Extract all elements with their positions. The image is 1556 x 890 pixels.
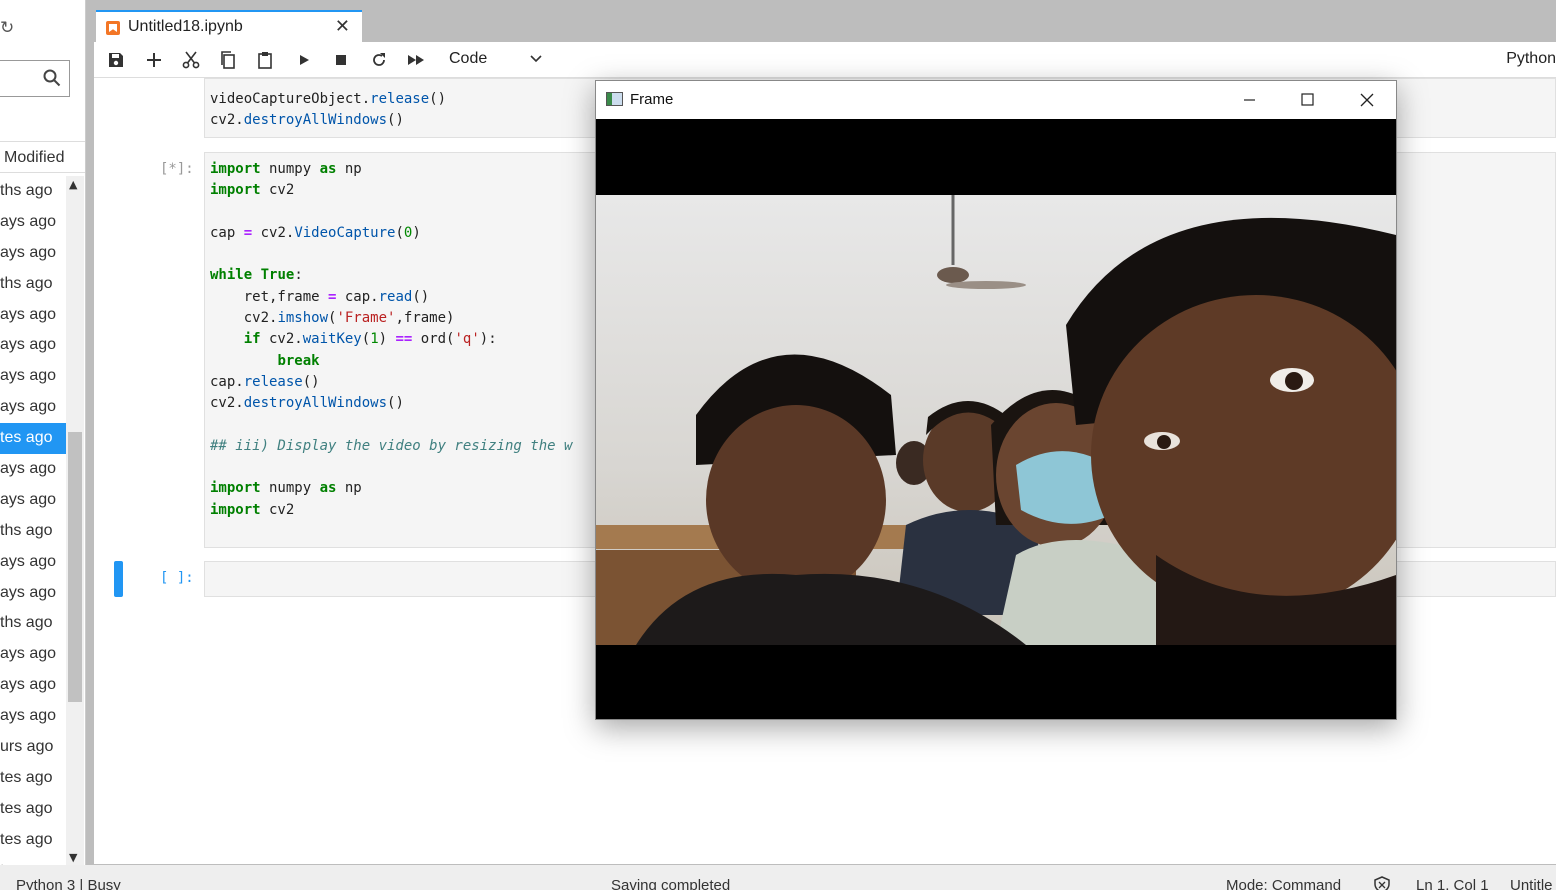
code-line: ## iii) Display the video by resizing th… <box>210 437 573 454</box>
file-list-item[interactable]: ays ago <box>0 639 66 670</box>
file-list-item[interactable]: tes ago <box>0 794 66 825</box>
status-message: Saving completed <box>611 877 731 890</box>
modified-column-header[interactable]: Modified <box>0 141 85 173</box>
code-line: import numpy as np <box>210 480 362 497</box>
file-browser-sidebar: ↻ Modified ths ago ays ago ays ago ths ago a… <box>0 0 86 865</box>
stop-icon[interactable] <box>331 50 351 70</box>
status-filename: Untitle <box>1510 877 1553 890</box>
restart-icon[interactable] <box>369 50 389 70</box>
kernel-status[interactable]: Python 3 | Busy <box>16 877 121 890</box>
code-cell-2-source: import numpy as np import cv2 cap = cv2.V… <box>210 159 572 521</box>
file-list-item[interactable]: tes ago <box>0 763 66 794</box>
file-list-item[interactable]: ays ago <box>0 701 66 732</box>
file-list-scrollbar[interactable]: ▲ ▼ <box>66 176 84 865</box>
tab-close-icon[interactable]: ✕ <box>335 16 350 37</box>
file-list-item[interactable]: ths ago <box>0 176 66 207</box>
code-line: cv2.imshow('Frame',frame) <box>210 310 455 327</box>
code-line: cap = cv2.VideoCapture(0) <box>210 224 421 241</box>
file-list-item[interactable]: tes ago <box>0 856 66 865</box>
file-list: ths ago ays ago ays ago ths ago ays ago ays a… <box>0 176 66 865</box>
file-list-item[interactable]: ths ago <box>0 269 66 300</box>
notebook-toolbar: Code Python <box>94 42 1556 78</box>
paste-icon[interactable] <box>255 50 275 70</box>
tab-title: Untitled18.ipynb <box>128 18 243 35</box>
file-list-item[interactable]: urs ago <box>0 732 66 763</box>
frame-app-icon <box>606 92 623 106</box>
file-list-item[interactable]: ays ago <box>0 330 66 361</box>
status-bar: Python 3 | Busy Saving completed Mode: C… <box>0 865 1556 890</box>
file-list-item[interactable]: tes ago <box>0 423 66 455</box>
frame-window[interactable]: Frame <box>595 80 1397 720</box>
chevron-down-icon[interactable] <box>530 53 542 65</box>
trust-shield-icon[interactable] <box>1373 876 1391 890</box>
notebook-icon <box>106 21 120 35</box>
file-list-item[interactable]: ays ago <box>0 361 66 392</box>
file-list-item[interactable]: ays ago <box>0 485 66 516</box>
cell-3-prompt: [ ]: <box>160 570 194 586</box>
code-line: if cv2.waitKey(1) == ord('q'): <box>243 331 497 348</box>
refresh-icon[interactable]: ↻ <box>0 17 22 39</box>
code-line: import cv2 <box>210 501 295 518</box>
scroll-up-icon[interactable]: ▲ <box>69 178 77 191</box>
code-line: videoCaptureObject.release() <box>210 91 447 107</box>
maximize-icon[interactable] <box>1278 81 1336 119</box>
run-all-icon[interactable] <box>406 50 426 70</box>
code-cell-1-source: videoCaptureObject.release() cv2.destroy… <box>210 89 446 132</box>
file-list-item[interactable]: ays ago <box>0 578 66 609</box>
run-icon[interactable] <box>294 50 314 70</box>
frame-title: Frame <box>630 91 674 108</box>
webcam-frame-image <box>596 195 1396 645</box>
search-icon[interactable] <box>43 69 61 87</box>
code-line: ret,frame = cap.read() <box>210 288 430 305</box>
file-list-item[interactable]: ths ago <box>0 516 66 547</box>
notebook-tab-bar: Untitled18.ipynb ✕ <box>94 4 1556 44</box>
code-line: import numpy as np <box>210 161 362 177</box>
frame-titlebar[interactable]: Frame <box>596 81 1396 119</box>
code-line: cv2.destroyAllWindows() <box>210 112 404 129</box>
scroll-down-icon[interactable]: ▼ <box>69 851 77 864</box>
active-cell-indicator <box>114 561 123 597</box>
code-line: import cv2 <box>210 182 295 199</box>
code-line: cv2.destroyAllWindows() <box>210 395 404 412</box>
save-icon[interactable] <box>106 50 126 70</box>
file-search-input[interactable] <box>0 60 70 97</box>
scroll-thumb[interactable] <box>68 432 82 702</box>
tab-untitled18[interactable]: Untitled18.ipynb ✕ <box>96 10 362 44</box>
file-list-item[interactable]: ays ago <box>0 207 66 238</box>
mode-indicator[interactable]: Mode: Command <box>1226 877 1341 890</box>
copy-icon[interactable] <box>218 50 238 70</box>
file-list-item[interactable]: tes ago <box>0 825 66 856</box>
kernel-name[interactable]: Python <box>1506 50 1556 68</box>
close-icon[interactable] <box>1337 81 1395 119</box>
file-list-item[interactable]: ths ago <box>0 608 66 639</box>
file-list-item[interactable]: ays ago <box>0 392 66 423</box>
webcam-scene <box>596 195 1396 645</box>
minimize-icon[interactable] <box>1220 81 1278 119</box>
cut-icon[interactable] <box>181 50 201 70</box>
file-list-item[interactable]: ays ago <box>0 454 66 485</box>
add-cell-icon[interactable] <box>144 50 164 70</box>
code-line: break <box>277 352 320 369</box>
cell-2-prompt: [*]: <box>160 161 194 177</box>
cell-type-select[interactable]: Code <box>449 50 487 68</box>
cursor-position[interactable]: Ln 1, Col 1 <box>1416 877 1489 890</box>
file-list-item[interactable]: ays ago <box>0 300 66 331</box>
file-list-item[interactable]: ays ago <box>0 547 66 578</box>
file-list-item[interactable]: ays ago <box>0 238 66 269</box>
code-line: cap.release() <box>210 373 320 390</box>
file-list-item[interactable]: ays ago <box>0 670 66 701</box>
code-line: while True: <box>210 267 303 284</box>
